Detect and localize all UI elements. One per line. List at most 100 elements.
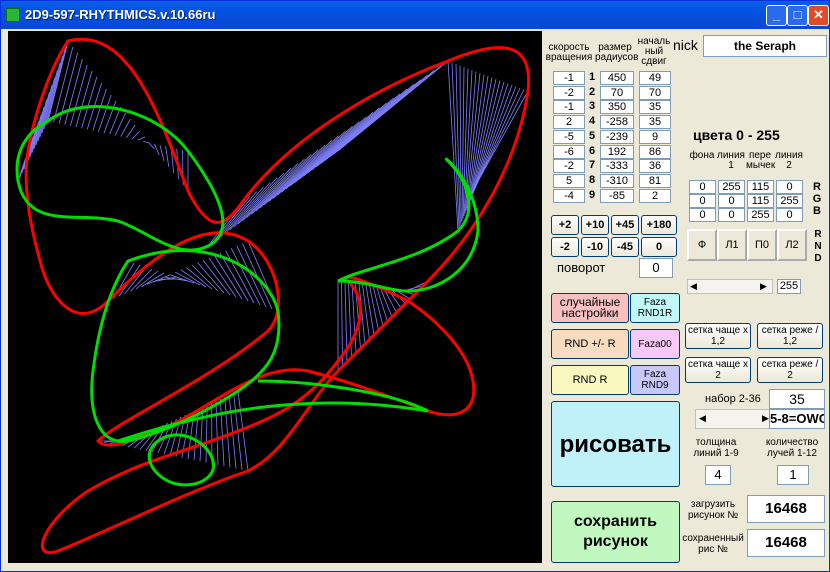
- rotate-button[interactable]: -10: [581, 237, 609, 257]
- rgb-input[interactable]: 0: [718, 194, 745, 208]
- shift-input[interactable]: 35: [639, 100, 671, 115]
- shift-input[interactable]: 2: [639, 188, 671, 203]
- shift-input[interactable]: 36: [639, 159, 671, 174]
- nick-input[interactable]: the Seraph: [703, 35, 827, 57]
- radius-input[interactable]: -258: [600, 115, 634, 130]
- rnd-r-button[interactable]: RND R: [551, 365, 629, 395]
- speed-input[interactable]: -1: [553, 71, 585, 85]
- load-value[interactable]: 16468: [747, 495, 825, 523]
- saved-value: 16468: [747, 529, 825, 557]
- rnd-pm-r-button[interactable]: RND +/- R: [551, 329, 629, 359]
- faza-rnd1r-button[interactable]: Faza RND1R: [630, 293, 680, 323]
- nick-label: nick: [673, 37, 698, 53]
- faza-rnd9-button[interactable]: Faza RND9: [630, 365, 680, 395]
- radius-input[interactable]: 350: [600, 100, 634, 115]
- set-scrollbar[interactable]: ◀ ▶: [695, 409, 773, 429]
- color-value[interactable]: 255: [777, 279, 801, 294]
- shift-input[interactable]: 49: [639, 71, 671, 85]
- drawing-canvas[interactable]: [8, 31, 542, 563]
- row-number: 3: [589, 100, 596, 113]
- toggle-line1[interactable]: Л1: [717, 229, 747, 261]
- speed-input[interactable]: 5: [553, 173, 585, 188]
- rotate-button[interactable]: +45: [611, 215, 639, 235]
- title-bar: 2D9-597-RHYTHMICS.v.10.66ru _ □ ✕: [1, 1, 829, 29]
- set-right-icon[interactable]: ▶: [762, 413, 769, 424]
- shift-input[interactable]: 9: [639, 129, 671, 144]
- app-window: 2D9-597-RHYTHMICS.v.10.66ru _ □ ✕ скорос…: [0, 0, 830, 572]
- scroll-left-icon[interactable]: ◀: [690, 281, 697, 292]
- save-button[interactable]: сохранить рисунок: [551, 501, 680, 563]
- rotate-button[interactable]: +2: [551, 215, 579, 235]
- rotate-label: поворот: [557, 260, 606, 275]
- radius-input[interactable]: -310: [600, 173, 634, 188]
- speed-input[interactable]: -6: [553, 144, 585, 159]
- rotate-button[interactable]: -2: [551, 237, 579, 257]
- scroll-right-icon[interactable]: ▶: [760, 281, 767, 292]
- grid-sparser-12-button[interactable]: сетка реже / 1,2: [757, 323, 823, 349]
- speed-input[interactable]: -4: [553, 188, 585, 203]
- rgb-input[interactable]: 0: [776, 180, 803, 194]
- radius-input[interactable]: 192: [600, 144, 634, 159]
- draw-button[interactable]: рисовать: [551, 401, 680, 487]
- rotate-value[interactable]: 0: [639, 258, 673, 278]
- row-number: 7: [589, 159, 596, 172]
- rgb-input[interactable]: 115: [747, 180, 774, 194]
- radius-input[interactable]: -333: [600, 159, 634, 174]
- rgb-input[interactable]: 0: [689, 194, 716, 208]
- radius-input[interactable]: 70: [600, 85, 634, 100]
- row-number: 5: [589, 129, 596, 142]
- minimize-button[interactable]: _: [766, 5, 787, 26]
- random-settings-button[interactable]: случайные настройки: [551, 293, 629, 323]
- speed-input[interactable]: -5: [553, 129, 585, 144]
- close-button[interactable]: ✕: [808, 5, 829, 26]
- rotate-button[interactable]: +180: [641, 215, 677, 235]
- toggle-line2[interactable]: Л2: [777, 229, 807, 261]
- thickness-value[interactable]: 4: [705, 465, 731, 485]
- color-header-line1: линия 1: [717, 150, 745, 171]
- rotate-button[interactable]: -45: [611, 237, 639, 257]
- set-value[interactable]: 35: [769, 389, 825, 409]
- shift-input[interactable]: 35: [639, 115, 671, 130]
- rgb-input[interactable]: 255: [776, 194, 803, 208]
- speed-input[interactable]: 2: [553, 115, 585, 130]
- row-number: 6: [589, 144, 596, 157]
- shift-input[interactable]: 81: [639, 173, 671, 188]
- grid-denser-2-button[interactable]: сетка чаще x 2: [685, 357, 751, 383]
- window-title: 2D9-597-RHYTHMICS.v.10.66ru: [25, 7, 216, 22]
- rgb-input[interactable]: 0: [689, 180, 716, 194]
- shift-header: началь ный сдвиг: [637, 36, 671, 67]
- colors-title: цвета 0 - 255: [693, 127, 780, 143]
- radius-input[interactable]: 450: [600, 71, 634, 85]
- radius-input[interactable]: -85: [600, 188, 634, 203]
- toggle-bridges[interactable]: П0: [747, 229, 777, 261]
- speed-input[interactable]: -1: [553, 100, 585, 115]
- rgb-input[interactable]: 0: [718, 208, 745, 222]
- toggle-bg[interactable]: Ф: [687, 229, 717, 261]
- thickness-label: толщина линий 1-9: [693, 437, 739, 459]
- shift-input[interactable]: 86: [639, 144, 671, 159]
- rgb-labels: R G B: [812, 181, 822, 217]
- shift-input[interactable]: 70: [639, 85, 671, 100]
- color-header-bridges: пере мычек: [746, 150, 776, 171]
- rgb-input[interactable]: 0: [689, 208, 716, 222]
- maximize-button[interactable]: □: [787, 5, 808, 26]
- color-header-bg: фона: [689, 150, 715, 161]
- row-number: 2: [589, 85, 596, 98]
- rgb-input[interactable]: 0: [776, 208, 803, 222]
- set-left-icon[interactable]: ◀: [699, 413, 706, 424]
- rotate-button[interactable]: 0: [641, 237, 677, 257]
- speed-input[interactable]: -2: [553, 159, 585, 174]
- radius-input[interactable]: -239: [600, 129, 634, 144]
- rays-value[interactable]: 1: [777, 465, 809, 485]
- rotate-button[interactable]: +10: [581, 215, 609, 235]
- grid-denser-12-button[interactable]: сетка чаще x 1,2: [685, 323, 751, 349]
- row-number: 4: [589, 115, 596, 128]
- grid-sparser-2-button[interactable]: сетка реже / 2: [757, 357, 823, 383]
- load-label: загрузить рисунок №: [687, 499, 739, 521]
- color-scrollbar[interactable]: ◀ ▶: [687, 279, 773, 294]
- rgb-input[interactable]: 115: [747, 194, 774, 208]
- rgb-input[interactable]: 255: [747, 208, 774, 222]
- rgb-input[interactable]: 255: [718, 180, 745, 194]
- faza00-button[interactable]: Faza00: [630, 329, 680, 359]
- speed-input[interactable]: -2: [553, 85, 585, 100]
